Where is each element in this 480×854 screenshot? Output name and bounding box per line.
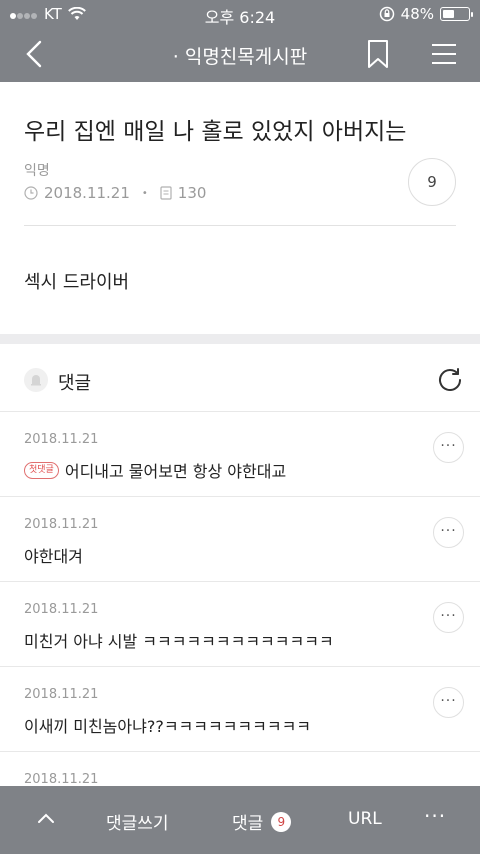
chevron-up-icon[interactable]: [36, 810, 56, 826]
comment-text: 야한대겨: [24, 547, 83, 566]
write-comment-button[interactable]: 댓글쓰기: [106, 809, 169, 834]
comment-item: 2018.11.21 첫댓글 어디내고 물어보면 항상 야한대교 ···: [0, 412, 480, 497]
post-meta: 2018.11.21 • 130: [24, 184, 206, 202]
comment-more-button[interactable]: ···: [433, 517, 464, 548]
menu-icon[interactable]: [430, 42, 458, 66]
comments-count-badge: 9: [271, 811, 292, 832]
comment-more-button[interactable]: ···: [433, 432, 464, 463]
comments-button-label: 댓글: [232, 814, 264, 834]
comment-text: 미친거 아냐 시발 ㅋㅋㅋㅋㅋㅋㅋㅋㅋㅋㅋㅋㅋ: [24, 632, 334, 651]
post-body: 섹시 드라이버: [24, 272, 130, 293]
comment-text: 이새끼 미친놈아냐??ㅋㅋㅋㅋㅋㅋㅋㅋㅋㅋ: [24, 717, 312, 736]
battery-percent: 48%: [400, 5, 434, 23]
comment-date: 2018.11.21: [24, 602, 99, 617]
comment-text-row: 첫댓글 어디내고 물어보면 항상 야한대교: [24, 458, 286, 482]
comment-item: 2018.11.21 이새끼 미친놈아냐??ㅋㅋㅋㅋㅋㅋㅋㅋㅋㅋ ···: [0, 667, 480, 752]
comment-more-button[interactable]: ···: [433, 602, 464, 633]
post-date: 2018.11.21: [44, 184, 130, 202]
comment-text: 어디내고 물어보면 항상 야한대교: [64, 462, 287, 481]
views-icon: [160, 186, 172, 200]
post-views: 130: [177, 184, 207, 202]
board-title[interactable]: · 익명친목게시판: [0, 42, 480, 69]
clock-icon: [24, 186, 38, 200]
post-author: 익명: [24, 163, 50, 179]
bookmark-icon[interactable]: [364, 38, 392, 70]
top-bar: KT 오후 6:24 48% · 익명친목게시판: [0, 0, 480, 82]
bell-icon[interactable]: [24, 368, 48, 392]
first-comment-badge: 첫댓글: [24, 461, 59, 479]
comment-date: 2018.11.21: [24, 517, 99, 532]
post-divider: [24, 225, 456, 226]
url-button[interactable]: URL: [348, 809, 382, 829]
comment-text-row: 이새끼 미친놈아냐??ㅋㅋㅋㅋㅋㅋㅋㅋㅋㅋ: [24, 713, 311, 737]
comment-more-button[interactable]: ···: [433, 687, 464, 718]
comment-text-row: 미친거 아냐 시발 ㅋㅋㅋㅋㅋㅋㅋㅋㅋㅋㅋㅋㅋ: [24, 628, 334, 652]
comment-item: 2018.11.21 야한대겨 ···: [0, 497, 480, 582]
more-icon[interactable]: ···: [424, 804, 446, 828]
refresh-icon[interactable]: [436, 366, 464, 394]
comment-count-badge[interactable]: 9: [408, 158, 456, 206]
bottom-bar: 댓글쓰기 댓글 9 URL ···: [0, 786, 480, 854]
comment-text-row: 야한대겨: [24, 543, 83, 567]
nav-bar: · 익명친목게시판: [0, 28, 480, 82]
comments-label: 댓글: [58, 373, 92, 394]
battery-fill: [443, 10, 455, 18]
orientation-lock-icon: [379, 6, 394, 22]
meta-separator: •: [141, 187, 148, 199]
status-bar: KT 오후 6:24 48%: [0, 0, 480, 28]
comments-button[interactable]: 댓글 9: [232, 809, 292, 834]
post-title: 우리 집엔 매일 나 홀로 있었지 아버지는: [24, 119, 407, 145]
comment-date: 2018.11.21: [24, 432, 99, 447]
comment-item: 2018.11.21 미친거 아냐 시발 ㅋㅋㅋㅋㅋㅋㅋㅋㅋㅋㅋㅋㅋ ···: [0, 582, 480, 667]
comment-date: 2018.11.21: [24, 687, 99, 702]
comment-date: 2018.11.21: [24, 772, 99, 787]
battery-icon: [440, 7, 473, 21]
post-section: 우리 집엔 매일 나 홀로 있었지 아버지는 익명 2018.11.21 • 1…: [0, 82, 480, 334]
comments-header: 댓글: [0, 344, 480, 412]
section-divider: [0, 334, 480, 344]
status-right: 48%: [379, 5, 473, 23]
